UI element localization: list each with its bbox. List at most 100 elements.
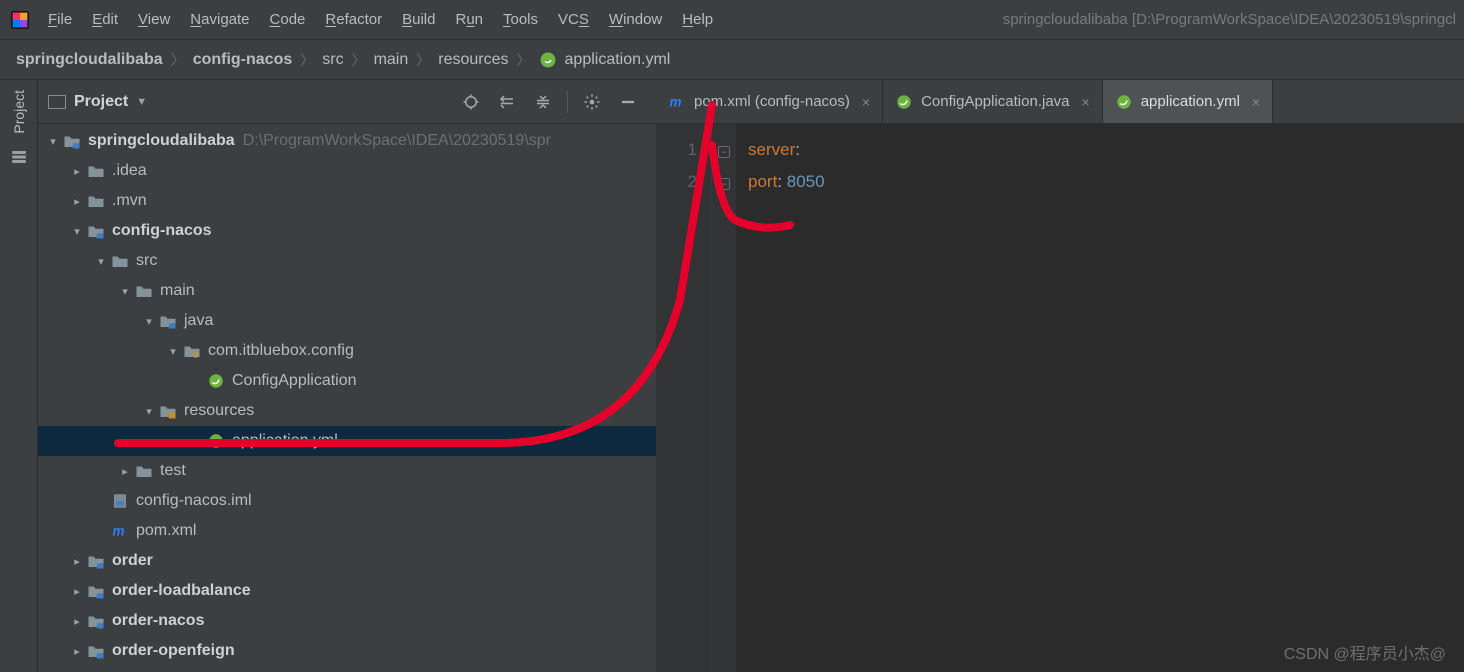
chevron-right-icon: 〉	[416, 50, 430, 70]
tree-row[interactable]: •mpom.xml	[38, 516, 656, 546]
gear-icon[interactable]	[580, 90, 604, 114]
tree-row[interactable]: ▸.idea	[38, 156, 656, 186]
tree-label: pom.xml	[136, 522, 196, 540]
menu-edit[interactable]: Edit	[92, 11, 118, 28]
tab-label: application.yml	[1141, 93, 1240, 110]
tree-label: main	[160, 282, 195, 300]
folder-icon	[86, 162, 106, 180]
tree-row[interactable]: ▾ main	[38, 276, 656, 306]
breadcrumb-root[interactable]: springcloudalibaba	[16, 51, 163, 69]
tree-label: order	[112, 552, 153, 570]
breadcrumb-main[interactable]: main	[374, 51, 409, 69]
tree-row[interactable]: ▾ java	[38, 306, 656, 336]
chevron-right-icon[interactable]: ▸	[68, 165, 86, 178]
project-tree[interactable]: ▾springcloudalibabaD:\ProgramWorkSpace\I…	[38, 124, 656, 672]
chevron-down-icon[interactable]: ▾	[44, 135, 62, 148]
locate-icon[interactable]	[459, 90, 483, 114]
menu-code[interactable]: Code	[270, 11, 306, 28]
chevron-down-icon[interactable]: ▾	[164, 345, 182, 358]
close-icon[interactable]: ×	[862, 94, 870, 110]
chevron-right-icon[interactable]: ▸	[68, 645, 86, 658]
tree-label: order-openfeign	[112, 642, 235, 660]
code-line[interactable]: port: 8050	[748, 166, 1464, 198]
fold-mark[interactable]: −	[712, 134, 736, 166]
chevron-right-icon[interactable]: ▸	[68, 585, 86, 598]
spring-icon	[206, 432, 226, 450]
breadcrumb-resources[interactable]: resources	[438, 51, 508, 69]
expand-all-icon[interactable]	[495, 90, 519, 114]
menu-window[interactable]: Window	[609, 11, 662, 28]
tree-row[interactable]: •application.yml	[38, 426, 656, 456]
menu-build[interactable]: Build	[402, 11, 435, 28]
close-icon[interactable]: ×	[1082, 94, 1090, 110]
structure-icon[interactable]	[10, 148, 28, 166]
tree-label: order-nacos	[112, 612, 204, 630]
chevron-down-icon[interactable]: ▼	[136, 96, 147, 108]
folder-blue-icon	[86, 642, 106, 660]
tree-row[interactable]: ▸ order-loadbalance	[38, 576, 656, 606]
chevron-right-icon[interactable]: ▸	[68, 555, 86, 568]
menu-run[interactable]: Run	[455, 11, 483, 28]
editor-tab[interactable]: application.yml ×	[1103, 80, 1273, 123]
menu-view[interactable]: View	[138, 11, 170, 28]
project-panel-title[interactable]: Project	[74, 93, 128, 111]
tree-row[interactable]: •config-nacos.iml	[38, 486, 656, 516]
tree-row[interactable]: •ConfigApplication	[38, 366, 656, 396]
tree-label: order-loadbalance	[112, 582, 251, 600]
menu-refactor[interactable]: Refactor	[325, 11, 382, 28]
chevron-right-icon[interactable]: ▸	[116, 465, 134, 478]
menu-tools[interactable]: Tools	[503, 11, 538, 28]
tree-row[interactable]: ▸test	[38, 456, 656, 486]
chevron-right-icon[interactable]: ▸	[68, 195, 86, 208]
collapse-all-icon[interactable]	[531, 90, 555, 114]
folder-icon	[110, 252, 130, 270]
menu-help[interactable]: Help	[682, 11, 713, 28]
chevron-down-icon[interactable]: ▾	[140, 315, 158, 328]
project-tool-button[interactable]: Project	[11, 90, 27, 134]
spring-icon	[206, 372, 226, 390]
menu-file[interactable]: File	[48, 11, 72, 28]
breadcrumb-src[interactable]: src	[322, 51, 343, 69]
folder-blue-icon	[86, 582, 106, 600]
close-icon[interactable]: ×	[1252, 94, 1260, 110]
divider	[567, 91, 568, 113]
breadcrumb-module[interactable]: config-nacos	[193, 51, 293, 69]
tree-row[interactable]: ▸ order-openfeign	[38, 636, 656, 666]
tree-row[interactable]: ▾ src	[38, 246, 656, 276]
tree-row[interactable]: ▾config-nacos	[38, 216, 656, 246]
chevron-down-icon[interactable]: ▾	[116, 285, 134, 298]
code-line[interactable]: server:	[748, 134, 1464, 166]
editor-body[interactable]: 12 −− server: port: 8050	[656, 124, 1464, 672]
menu-items: File Edit View Navigate Code Refactor Bu…	[48, 11, 713, 28]
fold-mark[interactable]: −	[712, 166, 736, 198]
menu-navigate[interactable]: Navigate	[190, 11, 249, 28]
code-area[interactable]: server: port: 8050	[736, 124, 1464, 672]
editor-tab[interactable]: ConfigApplication.java×	[883, 80, 1103, 123]
spring-icon	[539, 51, 557, 69]
tree-label: src	[136, 252, 157, 270]
menu-vcs[interactable]: VCS	[558, 11, 589, 28]
chevron-down-icon[interactable]: ▾	[68, 225, 86, 238]
tree-row[interactable]: ▾ resources	[38, 396, 656, 426]
tree-hint: D:\ProgramWorkSpace\IDEA\20230519\spr	[243, 132, 551, 150]
app-icon	[8, 8, 32, 32]
chevron-right-icon: 〉	[352, 50, 366, 70]
resources-icon	[158, 402, 178, 420]
tree-row[interactable]: ▾com.itbluebox.config	[38, 336, 656, 366]
chevron-down-icon[interactable]: ▾	[92, 255, 110, 268]
tree-row[interactable]: ▾springcloudalibabaD:\ProgramWorkSpace\I…	[38, 126, 656, 156]
tree-label: java	[184, 312, 213, 330]
breadcrumb: springcloudalibaba 〉 config-nacos 〉 src …	[0, 40, 1464, 80]
breadcrumb-file[interactable]: application.yml	[565, 51, 671, 69]
tree-row[interactable]: ▸ order	[38, 546, 656, 576]
chevron-right-icon[interactable]: ▸	[68, 615, 86, 628]
chevron-down-icon[interactable]: ▾	[140, 405, 158, 418]
tree-label: resources	[184, 402, 254, 420]
folder-blue-icon	[158, 312, 178, 330]
line-number: 1	[656, 134, 697, 166]
hide-icon[interactable]	[616, 90, 640, 114]
tree-row[interactable]: ▸ order-nacos	[38, 606, 656, 636]
tree-row[interactable]: ▸.mvn	[38, 186, 656, 216]
editor-tab[interactable]: mpom.xml (config-nacos)×	[656, 80, 883, 123]
folder-icon	[134, 462, 154, 480]
